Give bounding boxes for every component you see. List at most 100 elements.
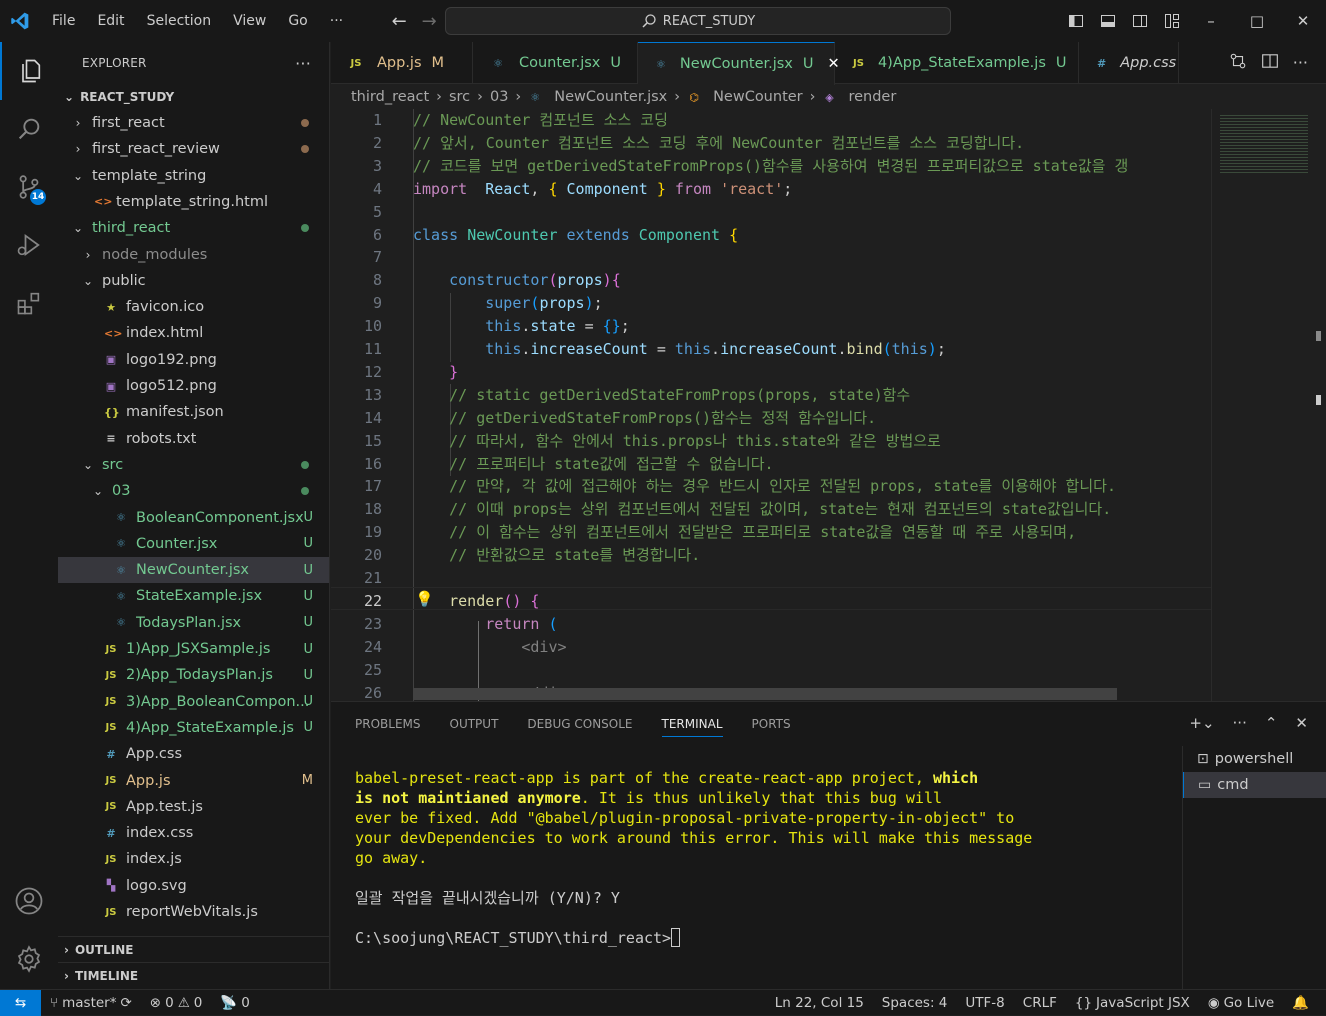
command-center-search[interactable]: REACT_STUDY [445,7,951,35]
file-item[interactable]: ⚛ StateExample.jsx U [58,583,329,609]
toggle-sidebar-icon[interactable] [1060,0,1092,42]
panel-more-icon[interactable]: ··· [1233,714,1247,732]
maximize-icon[interactable]: □ [1234,0,1280,42]
go-live-button[interactable]: ◉ Go Live [1199,995,1283,1011]
terminal-output[interactable]: babel-preset-react-app is part of the cr… [355,768,1181,948]
back-arrow-icon[interactable]: ← [384,11,414,32]
manage-activity[interactable] [0,930,58,988]
breadcrumb-item[interactable]: third_react [351,89,429,105]
js-file-icon: JS [105,669,117,681]
file-item[interactable]: ≡ robots.txt [58,426,329,452]
file-item[interactable]: ★ favicon.ico [58,294,329,320]
problems-status[interactable]: ⊗ 0 ⚠ 0 [141,995,212,1011]
file-item[interactable]: JS App.test.js [58,794,329,820]
compare-changes-icon[interactable] [1229,52,1247,74]
close-window-icon[interactable]: ✕ [1280,0,1326,42]
file-item[interactable]: # App.css [58,741,329,767]
minimap[interactable] [1211,109,1311,701]
minimize-icon[interactable]: – [1188,0,1234,42]
toggle-secondary-sidebar-icon[interactable] [1124,0,1156,42]
code-editor[interactable]: 💡 1// NewCounter 컴포넌트 소스 코딩 2// 앞서, Count… [331,109,1211,701]
file-item[interactable]: ⚛ BooleanComponent.jsx U [58,505,329,531]
accounts-activity[interactable] [0,872,58,930]
folder-item[interactable]: ⌄ template_string [58,163,329,189]
file-item[interactable]: <> index.html [58,320,329,346]
file-item[interactable]: JS reportWebVitals.js [58,899,329,925]
encoding[interactable]: UTF-8 [956,995,1013,1011]
menu-go[interactable]: Go [277,0,318,42]
file-item[interactable]: ⚛ NewCounter.jsx U [58,557,329,584]
end-of-line[interactable]: CRLF [1014,995,1066,1011]
file-item[interactable]: ▣ logo512.png [58,373,329,399]
notifications-bell-icon[interactable]: 🔔 [1283,995,1318,1011]
menu-edit[interactable]: Edit [86,0,135,42]
file-item[interactable]: # index.css [58,820,329,846]
outline-section[interactable]: › OUTLINE [58,937,133,963]
menu-view[interactable]: View [222,0,277,42]
menu-selection[interactable]: Selection [136,0,223,42]
breadcrumb-item[interactable]: NewCounter.jsx [554,89,667,105]
terminal-instance-powershell[interactable]: ⊡ powershell [1183,746,1326,772]
terminal-instance-cmd[interactable]: ▭ cmd [1183,772,1326,798]
tab-newcounter-jsx[interactable]: ⚛ NewCounter.jsx U ✕ [638,42,840,85]
file-item[interactable]: JS 2)App_TodaysPlan.js U [58,662,329,688]
source-control-activity[interactable]: 14 [0,158,58,216]
explorer-activity[interactable] [0,42,58,100]
explorer-more-button[interactable]: ··· [295,54,311,73]
menu-file[interactable]: File [40,0,86,42]
panel-tab-output[interactable]: OUTPUT [450,717,499,731]
breadcrumb-item[interactable]: src [449,89,470,105]
file-item[interactable]: JS 1)App_JSXSample.js U [58,636,329,662]
tab-app-css[interactable]: # App.css [1079,42,1179,84]
panel-tab-problems[interactable]: PROBLEMS [355,717,421,731]
folder-item[interactable]: › node_modules [58,242,329,268]
more-menu-button[interactable]: ··· [319,0,354,42]
workspace-root[interactable]: ⌄ REACT_STUDY [58,84,174,110]
maximize-panel-icon[interactable]: ⌃ [1265,714,1278,732]
search-activity[interactable] [0,100,58,158]
file-item[interactable]: JS 3)App_BooleanCompon... U [58,689,329,715]
folder-item[interactable]: ⌄ 03 [58,478,329,504]
file-item[interactable]: ⚛ Counter.jsx U [58,531,329,557]
folder-item[interactable]: ⌄ src [58,452,329,478]
panel-tab-ports[interactable]: PORTS [752,717,791,731]
forward-arrow-icon[interactable]: → [414,11,444,32]
file-item[interactable]: JS index.js [58,846,329,872]
extensions-activity[interactable] [0,274,58,332]
run-debug-activity[interactable] [0,216,58,274]
toggle-panel-icon[interactable] [1092,0,1124,42]
file-item[interactable]: {} manifest.json [58,399,329,425]
ports-status[interactable]: 📡 0 [211,995,258,1011]
cursor-position[interactable]: Ln 22, Col 15 [766,995,873,1011]
file-item[interactable]: JS 4)App_StateExample.js U [58,715,329,741]
panel-tab-debug-console[interactable]: DEBUG CONSOLE [527,717,632,731]
file-item[interactable]: <> template_string.html [58,189,329,215]
breadcrumb-item[interactable]: render [848,89,896,105]
panel-tab-terminal[interactable]: TERMINAL [661,717,723,737]
vertical-scrollbar[interactable] [1311,109,1326,701]
file-item[interactable]: JS App.js M [58,768,329,794]
folder-item[interactable]: › first_react [58,110,329,136]
file-item[interactable]: ▚ logo.svg [58,873,329,899]
file-item[interactable]: ▣ logo192.png [58,347,329,373]
language-mode[interactable]: {} JavaScript JSX [1066,995,1199,1011]
editor-more-icon[interactable]: ··· [1293,53,1308,72]
tab-app-js[interactable]: JS App.js M [331,42,473,84]
remote-indicator-icon[interactable]: ⇆ [0,989,41,1016]
branch-status[interactable]: ⑂ master* ⟳ [41,995,141,1011]
split-editor-icon[interactable] [1261,52,1279,74]
breadcrumb-item[interactable]: 03 [490,89,508,105]
customize-layout-icon[interactable] [1156,0,1188,42]
breadcrumb-item[interactable]: NewCounter [713,89,803,105]
folder-item[interactable]: ⌄ third_react [58,215,329,241]
close-panel-icon[interactable]: ✕ [1295,714,1308,732]
folder-item[interactable]: › first_react_review [58,136,329,162]
timeline-section[interactable]: › TIMELINE [58,963,138,989]
folder-item[interactable]: ⌄ public [58,268,329,294]
tab-counter-jsx[interactable]: ⚛ Counter.jsx U [473,42,638,84]
horizontal-scrollbar[interactable] [413,688,1117,700]
tab-4-app-stateexample-js[interactable]: JS 4)App_StateExample.js U [835,42,1079,84]
indentation[interactable]: Spaces: 4 [873,995,957,1011]
file-item[interactable]: ⚛ TodaysPlan.jsx U [58,610,329,636]
new-terminal-icon[interactable]: +⌄ [1189,714,1214,732]
